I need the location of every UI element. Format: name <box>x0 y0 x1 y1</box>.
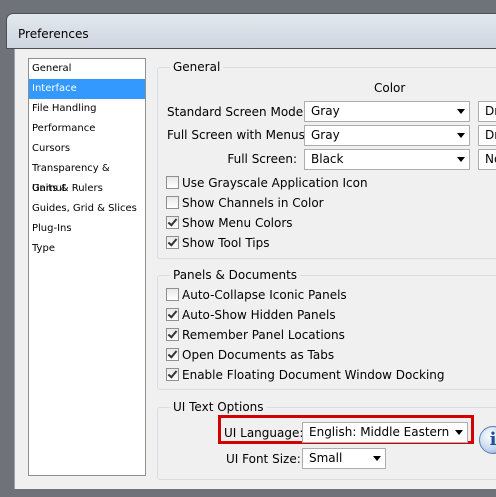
sidebar-item-type[interactable]: Type <box>29 239 145 259</box>
standard-screen-mode-border-select[interactable]: Dr <box>478 101 496 122</box>
standard-screen-mode-border-value: Dr <box>485 104 496 118</box>
checkbox-label: Enable Floating Document Window Docking <box>182 368 445 382</box>
sidebar-item-units-rulers[interactable]: Units & Rulers <box>29 179 145 199</box>
checkbox-box <box>166 328 179 341</box>
checkbox-label: Remember Panel Locations <box>182 328 345 342</box>
checkbox-label: Show Menu Colors <box>182 216 293 230</box>
chevron-down-icon <box>373 456 381 461</box>
full-screen-menus-color-select[interactable]: Gray <box>304 125 470 146</box>
full-screen-menus-border-value: Dr <box>485 128 496 142</box>
window-title: Preferences <box>18 27 89 41</box>
full-screen-label: Full Screen: <box>227 152 297 166</box>
menu-colors-checkbox[interactable]: Show Menu Colors <box>166 216 293 232</box>
channels-in-color-checkbox[interactable]: Show Channels in Color <box>166 196 324 212</box>
sidebar-item-performance[interactable]: Performance <box>29 119 145 139</box>
sidebar-item-cursors[interactable]: Cursors <box>29 139 145 159</box>
sidebar-item-transparency-gamut[interactable]: Transparency & Gamut <box>29 159 145 194</box>
checkbox-box <box>166 236 179 249</box>
checkbox-label: Open Documents as Tabs <box>182 348 335 362</box>
standard-screen-mode-color-select[interactable]: Gray <box>304 101 470 122</box>
sidebar-item-plug-ins[interactable]: Plug-Ins <box>29 219 145 239</box>
full-screen-color-select[interactable]: Black <box>304 149 470 170</box>
title-bar[interactable]: Preferences <box>6 13 496 49</box>
chevron-down-icon <box>457 109 465 114</box>
tool-tips-checkbox[interactable]: Show Tool Tips <box>166 236 269 252</box>
full-screen-color-value: Black <box>311 152 344 166</box>
auto-show-panels-checkbox[interactable]: Auto-Show Hidden Panels <box>166 308 336 324</box>
checkbox-box <box>166 348 179 361</box>
checkbox-label: Auto-Show Hidden Panels <box>182 308 336 322</box>
preferences-window: Preferences General Interface File Handl… <box>0 0 496 497</box>
checkbox-label: Use Grayscale Application Icon <box>182 176 368 190</box>
ui-language-label: UI Language: <box>224 426 304 440</box>
open-documents-tabs-checkbox[interactable]: Open Documents as Tabs <box>166 348 334 364</box>
ui-language-select[interactable]: English: Middle Eastern <box>302 422 468 443</box>
sidebar-item-guides-grid-slices[interactable]: Guides, Grid & Slices <box>29 199 145 219</box>
ui-text-options-group-title: UI Text Options <box>173 400 264 414</box>
checkbox-label: Auto-Collapse Iconic Panels <box>182 288 347 302</box>
checkbox-box <box>166 176 179 189</box>
ui-language-value: English: Middle Eastern <box>309 425 450 439</box>
full-screen-menus-border-select[interactable]: Dr <box>478 125 496 146</box>
general-group-title: General <box>173 60 221 74</box>
full-screen-menus-color-value: Gray <box>311 128 340 142</box>
checkbox-box <box>166 216 179 229</box>
auto-collapse-panels-checkbox[interactable]: Auto-Collapse Iconic Panels <box>166 288 347 304</box>
ui-font-size-select[interactable]: Small <box>302 448 386 469</box>
standard-screen-mode-color-value: Gray <box>311 104 340 118</box>
standard-screen-mode-label: Standard Screen Mode: <box>167 105 308 119</box>
remember-panel-locations-checkbox[interactable]: Remember Panel Locations <box>166 328 345 344</box>
sidebar-item-file-handling[interactable]: File Handling <box>29 99 145 119</box>
dialog-content: General Interface File Handling Performa… <box>14 49 496 489</box>
ui-font-size-label: UI Font Size: <box>226 452 301 466</box>
floating-document-docking-checkbox[interactable]: Enable Floating Document Window Docking <box>166 368 445 384</box>
chevron-down-icon <box>457 133 465 138</box>
grayscale-icon-checkbox[interactable]: Use Grayscale Application Icon <box>166 176 368 192</box>
sidebar-item-general[interactable]: General <box>29 59 145 79</box>
panels-documents-group-title: Panels & Documents <box>173 268 298 282</box>
checkbox-box <box>166 308 179 321</box>
chevron-down-icon <box>455 430 463 435</box>
color-column-header: Color <box>374 81 406 95</box>
checkbox-label: Show Tool Tips <box>182 236 270 250</box>
checkbox-box <box>166 288 179 301</box>
full-screen-border-value: No <box>485 152 496 166</box>
checkbox-box <box>166 368 179 381</box>
checkbox-box <box>166 196 179 209</box>
ui-font-size-value: Small <box>309 451 343 465</box>
sidebar-item-interface[interactable]: Interface <box>29 79 145 99</box>
full-screen-menus-label: Full Screen with Menus: <box>167 128 309 142</box>
full-screen-border-select[interactable]: No <box>478 149 496 170</box>
checkbox-label: Show Channels in Color <box>182 196 324 210</box>
chevron-down-icon <box>457 157 465 162</box>
category-list: General Interface File Handling Performa… <box>28 58 146 476</box>
